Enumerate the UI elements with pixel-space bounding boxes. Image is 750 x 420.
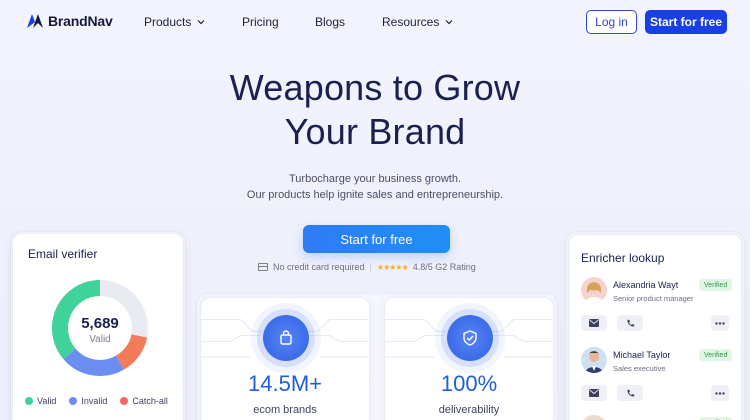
more-horizontal-icon [715,391,725,395]
brand-name: BrandNav [48,13,113,29]
person-role: Senior product manager [613,294,694,303]
shopping-bag-icon [263,315,309,361]
stat-value: 14.5M+ [248,371,322,396]
nav-products[interactable]: Products [144,15,205,29]
person-name: Alexandria Wayt [613,280,679,290]
hero-title: Weapons to Grow Your Brand [0,66,750,154]
call-button[interactable] [617,315,643,331]
nav-resources-label: Resources [382,15,440,29]
mail-icon [589,389,599,397]
hero-subtitle-line-1: Turbocharge your business growth. [288,173,461,185]
start-free-cta-button[interactable]: Start for free [303,225,450,253]
email-verifier-title: Email verifier [28,247,98,261]
nav-blogs-label: Blogs [315,15,346,29]
rating-stars-icon: ★★★★★ [376,262,409,272]
hero-subtitle-line-2: Our products help ignite sales and entre… [246,189,504,201]
stat-card-brands: 14.5M+ ecom brands [200,297,370,420]
email-button[interactable] [581,315,607,331]
verified-badge: Verified [699,349,733,361]
phone-icon [626,319,634,327]
no-credit-card-text: No credit card required [273,262,365,272]
mail-icon [589,319,599,327]
shield-check-icon [447,315,493,361]
legend-dot [120,397,129,405]
chevron-down-icon [445,20,453,25]
hero-title-line-1: Weapons to Grow [229,67,521,108]
credit-card-icon [258,263,268,271]
call-button[interactable] [617,385,643,401]
stat-label: deliverability [438,404,500,416]
more-options-button[interactable] [711,385,729,401]
nav-blogs[interactable]: Blogs [315,15,345,29]
nav-resources[interactable]: Resources [382,15,453,29]
brandnav-logo-icon [27,14,43,28]
cta-meta: No credit card required | ★★★★★ 4.8/5 G2… [258,262,476,272]
divider: | [369,262,372,272]
verified-badge: Verified [699,279,733,291]
person-role: Sales executive [613,364,666,373]
stat-label: ecom brands [253,404,317,416]
legend-label: Valid [37,396,57,406]
enricher-card: Enricher lookup Alexandria Wayt Senior p… [568,234,742,420]
legend-label: Catch-all [132,396,168,406]
legend-valid: Valid [25,396,56,406]
brand-logo[interactable]: BrandNav [26,13,113,29]
hero-title-line-2: Your Brand [284,111,466,152]
more-options-button[interactable] [711,315,729,331]
nav-products-label: Products [144,15,192,29]
person-name: Michael Taylor [613,350,671,360]
valid-count-label: Valid [89,334,111,345]
enricher-person: Michael Taylor Sales executive Verified [579,347,739,407]
stat-card-deliverability: 100% deliverability [384,297,554,420]
legend-dot [25,397,33,405]
stat-value: 100% [440,371,498,396]
legend-label: Invalid [81,396,108,406]
valid-count: 5,689 [81,315,119,332]
start-free-nav-button[interactable]: Start for free [645,10,727,34]
chevron-down-icon [197,20,205,25]
rating-text: 4.8/5 G2 Rating [412,262,476,272]
legend-invalid: Invalid [69,396,107,406]
more-horizontal-icon [715,321,725,325]
avatar [581,277,607,303]
phone-icon [626,389,634,397]
enricher-person-partial: Verified [579,415,739,420]
nav-pricing[interactable]: Pricing [242,15,279,29]
email-button[interactable] [581,385,607,401]
avatar [581,415,607,420]
legend-dot [69,397,78,405]
enricher-person: Alexandria Wayt Senior product manager V… [579,277,739,337]
nav-pricing-label: Pricing [242,15,279,29]
top-nav: BrandNav Products Pricing Blogs Resource… [0,0,750,44]
login-button[interactable]: Log in [586,10,637,34]
enricher-title: Enricher lookup [581,251,665,265]
donut-legend: Valid Invalid Catch-all [25,396,168,406]
legend-catch-all: Catch-all [120,396,168,406]
hero-subtitle: Turbocharge your business growth. Our pr… [0,171,750,203]
donut-segment-invalid [63,348,125,376]
avatar [581,347,607,373]
email-verifier-card: Email verifier 5,689 Valid Valid Invalid… [12,233,184,420]
